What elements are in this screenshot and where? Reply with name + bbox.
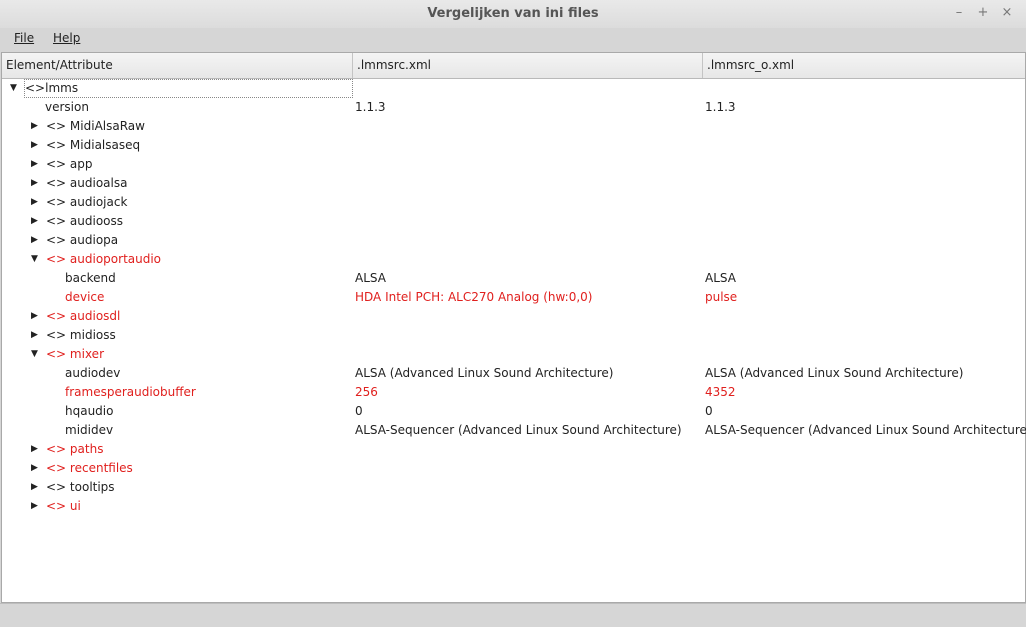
tree-row[interactable]: ▶ <> app bbox=[2, 155, 1025, 174]
menu-help-label: Help bbox=[53, 31, 81, 45]
tree-row-value-b: 1.1.3 bbox=[705, 100, 736, 114]
tree-row-label: mididev bbox=[65, 423, 114, 437]
expand-arrow-icon[interactable]: ▶ bbox=[31, 174, 41, 193]
menu-file[interactable]: File bbox=[14, 31, 34, 45]
tree-row-value-b: 0 bbox=[705, 404, 713, 418]
tree-row[interactable]: backend ALSA ALSA bbox=[2, 269, 1025, 288]
tree-row-label: framesperaudiobuffer bbox=[65, 385, 196, 399]
expand-arrow-icon[interactable]: ▶ bbox=[31, 193, 41, 212]
collapse-arrow-icon[interactable]: ▼ bbox=[31, 345, 41, 364]
tree-row-label: <> audiosdl bbox=[46, 309, 121, 323]
collapse-arrow-icon[interactable]: ▼ bbox=[10, 79, 20, 98]
tree-row[interactable]: device HDA Intel PCH: ALC270 Analog (hw:0… bbox=[2, 288, 1025, 307]
tree-row-label: <> app bbox=[46, 157, 93, 171]
tree-row-label: <> audiooss bbox=[46, 214, 124, 228]
expand-arrow-icon[interactable]: ▶ bbox=[31, 231, 41, 250]
tree-row-label: audiodev bbox=[65, 366, 121, 380]
expand-arrow-icon[interactable]: ▶ bbox=[31, 117, 41, 136]
tree-row-label: <> audiojack bbox=[46, 195, 128, 209]
tree-row[interactable]: ▶ <> Midialsaseq bbox=[2, 136, 1025, 155]
tree-row[interactable]: ▼ <> audioportaudio bbox=[2, 250, 1025, 269]
tree-row-label: <> tooltips bbox=[46, 480, 115, 494]
status-bar bbox=[0, 603, 1026, 627]
tree-row[interactable]: ▼ <>lmms bbox=[2, 79, 1025, 98]
compare-tree-view[interactable]: Element/Attribute .lmmsrc.xml .lmmsrc_o.… bbox=[1, 52, 1026, 603]
expand-arrow-icon[interactable]: ▶ bbox=[31, 459, 41, 478]
tree-row[interactable]: ▶ <> midioss bbox=[2, 326, 1025, 345]
app-window: Vergelijken van ini files – + × File Hel… bbox=[0, 0, 1026, 627]
tree-row-value-b: 4352 bbox=[705, 385, 736, 399]
expand-arrow-icon[interactable]: ▶ bbox=[31, 212, 41, 231]
tree-row[interactable]: ▶ <> ui bbox=[2, 497, 1025, 516]
tree-row[interactable]: version 1.1.3 1.1.3 bbox=[2, 98, 1025, 117]
tree-row[interactable]: ▶ <> audiojack bbox=[2, 193, 1025, 212]
tree-row[interactable]: hqaudio 0 0 bbox=[2, 402, 1025, 421]
column-header-file-a[interactable]: .lmmsrc.xml bbox=[353, 53, 703, 78]
tree-row-label: <> midioss bbox=[46, 328, 116, 342]
title-bar[interactable]: Vergelijken van ini files – + × bbox=[0, 0, 1026, 29]
menu-bar: File Help bbox=[0, 28, 1026, 50]
tree-row-label: backend bbox=[65, 271, 116, 285]
tree-row-label: <> audioportaudio bbox=[46, 252, 162, 266]
expand-arrow-icon[interactable]: ▶ bbox=[31, 478, 41, 497]
tree-row-value-a: ALSA bbox=[355, 271, 386, 285]
tree-row-label: <> audiopa bbox=[46, 233, 119, 247]
tree-row-label: <> audioalsa bbox=[46, 176, 128, 190]
expand-arrow-icon[interactable]: ▶ bbox=[31, 307, 41, 326]
tree-row-label: hqaudio bbox=[65, 404, 114, 418]
tree-row[interactable]: ▶ <> audioalsa bbox=[2, 174, 1025, 193]
tree-row-label: <> MidiAlsaRaw bbox=[46, 119, 145, 133]
tree-row-label: device bbox=[65, 290, 105, 304]
tree-row-value-a: 256 bbox=[355, 385, 378, 399]
collapse-arrow-icon[interactable]: ▼ bbox=[31, 250, 41, 269]
tree-row[interactable]: ▶ <> audiopa bbox=[2, 231, 1025, 250]
tree-row-value-b: ALSA bbox=[705, 271, 736, 285]
tree-row[interactable]: framesperaudiobuffer 256 4352 bbox=[2, 383, 1025, 402]
minimize-icon[interactable]: – bbox=[951, 5, 967, 21]
tree-row-label: <> recentfiles bbox=[46, 461, 133, 475]
tree-row[interactable]: ▼ <> mixer bbox=[2, 345, 1025, 364]
tree-row-label: <> Midialsaseq bbox=[46, 138, 141, 152]
tree-row-label: version bbox=[45, 100, 89, 114]
expand-arrow-icon[interactable]: ▶ bbox=[31, 155, 41, 174]
tree-row-label: <> paths bbox=[46, 442, 104, 456]
tree-row-value-a: 1.1.3 bbox=[355, 100, 386, 114]
tree-row-value-b: pulse bbox=[705, 290, 738, 304]
close-icon[interactable]: × bbox=[999, 5, 1015, 21]
tree-row[interactable]: ▶ <> MidiAlsaRaw bbox=[2, 117, 1025, 136]
tree-row-label: <>lmms bbox=[25, 81, 79, 95]
tree-row[interactable]: ▶ <> audiosdl bbox=[2, 307, 1025, 326]
tree-row[interactable]: audiodev ALSA (Advanced Linux Sound Archi… bbox=[2, 364, 1025, 383]
tree-row-value-a: ALSA (Advanced Linux Sound Architecture) bbox=[355, 366, 614, 380]
tree-row-value-a: ALSA-Sequencer (Advanced Linux Sound Arc… bbox=[355, 423, 682, 437]
window-title: Vergelijken van ini files bbox=[427, 6, 599, 21]
tree-row-label: <> mixer bbox=[46, 347, 104, 361]
column-header-element[interactable]: Element/Attribute bbox=[2, 53, 353, 78]
expand-arrow-icon[interactable]: ▶ bbox=[31, 440, 41, 459]
tree-row-value-b: ALSA-Sequencer (Advanced Linux Sound Arc… bbox=[705, 423, 1026, 437]
tree-row[interactable]: ▶ <> tooltips bbox=[2, 478, 1025, 497]
tree-header: Element/Attribute .lmmsrc.xml .lmmsrc_o.… bbox=[2, 53, 1025, 79]
expand-arrow-icon[interactable]: ▶ bbox=[31, 497, 41, 516]
expand-arrow-icon[interactable]: ▶ bbox=[31, 136, 41, 155]
tree-row[interactable]: mididev ALSA-Sequencer (Advanced Linux So… bbox=[2, 421, 1026, 440]
tree-row[interactable]: ▶ <> recentfiles bbox=[2, 459, 1025, 478]
tree-row[interactable]: ▶ <> paths bbox=[2, 440, 1025, 459]
maximize-icon[interactable]: + bbox=[975, 5, 991, 21]
column-header-file-b[interactable]: .lmmsrc_o.xml bbox=[703, 53, 1025, 78]
menu-help[interactable]: Help bbox=[53, 31, 80, 45]
tree-row-value-a: 0 bbox=[355, 404, 363, 418]
tree-row[interactable]: ▶ <> audiooss bbox=[2, 212, 1025, 231]
expand-arrow-icon[interactable]: ▶ bbox=[31, 326, 41, 345]
tree-row-value-b: ALSA (Advanced Linux Sound Architecture) bbox=[705, 366, 964, 380]
tree-row-value-a: HDA Intel PCH: ALC270 Analog (hw:0,0) bbox=[355, 290, 593, 304]
menu-file-label: File bbox=[14, 31, 35, 45]
tree-row-label: <> ui bbox=[46, 499, 81, 513]
